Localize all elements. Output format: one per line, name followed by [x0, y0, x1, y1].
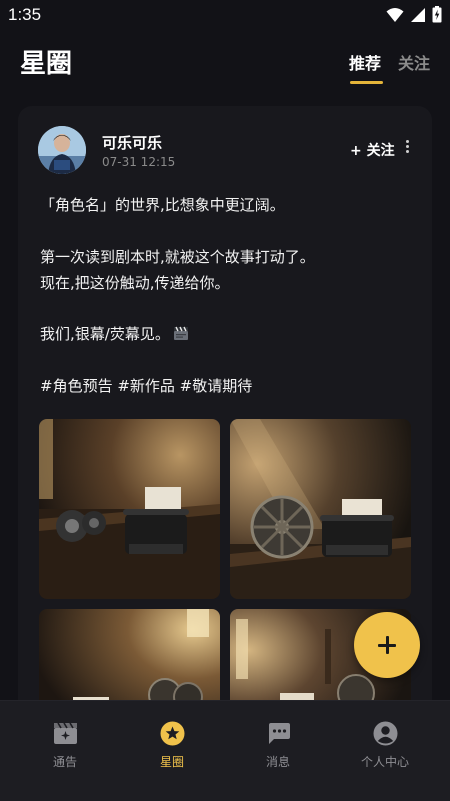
- chat-bubble-icon: [269, 723, 290, 744]
- more-options-icon[interactable]: [402, 138, 412, 158]
- post-time: 07-31 12:15: [102, 155, 176, 169]
- page-title: 星圈: [20, 49, 73, 79]
- top-header: 星圈 推荐 关注: [0, 30, 450, 100]
- follow-button[interactable]: + 关注: [350, 140, 395, 160]
- status-bar: 1:35: [0, 0, 450, 30]
- nav-item-messages[interactable]: 消息: [222, 701, 334, 801]
- clapperboard-icon: [173, 326, 188, 340]
- active-tab-indicator: [350, 81, 383, 84]
- star-circle-icon: [160, 721, 185, 746]
- nav-item-profile[interactable]: 个人中心: [329, 701, 441, 801]
- tab-recommend[interactable]: 推荐: [349, 50, 381, 74]
- nav-item-announcements[interactable]: 通告: [9, 701, 121, 801]
- post-text-line: 第一次读到剧本时,就被这个故事打动了。: [40, 248, 315, 266]
- nav-item-star-circle[interactable]: 星圈: [116, 701, 228, 801]
- username[interactable]: 可乐可乐: [102, 132, 162, 153]
- nav-label: 通告: [52, 755, 77, 769]
- post-hashtags[interactable]: #角色预告 #新作品 #敬请期待: [40, 375, 252, 396]
- bottom-navigation: 通告 星圈 消息 个人中心: [0, 700, 450, 801]
- avatar[interactable]: [38, 126, 86, 174]
- post-text-line: 我们,银幕/荧幕见。: [40, 325, 170, 343]
- nav-label: 个人中心: [360, 755, 409, 769]
- post-image-1[interactable]: [39, 419, 220, 599]
- post-text-line-with-emoji: 我们,银幕/荧幕见。: [40, 323, 189, 344]
- create-post-button[interactable]: [354, 612, 420, 678]
- nav-label: 消息: [265, 755, 290, 769]
- tab-follow[interactable]: 关注: [398, 50, 430, 74]
- nav-label: 星圈: [159, 755, 184, 769]
- post-image-2[interactable]: [230, 419, 411, 599]
- status-time: 1:35: [8, 5, 42, 24]
- signal-icon: [411, 7, 425, 22]
- wifi-icon: [386, 7, 404, 22]
- battery-icon: [432, 6, 442, 23]
- clapperboard-sparkle-icon: [54, 722, 77, 744]
- post-text-line: 「角色名」的世界,比想象中更辽阔。: [40, 196, 285, 214]
- person-icon: [373, 721, 398, 746]
- post-text-line: 现在,把这份触动,传递给你。: [40, 274, 230, 292]
- status-icons: [386, 6, 442, 23]
